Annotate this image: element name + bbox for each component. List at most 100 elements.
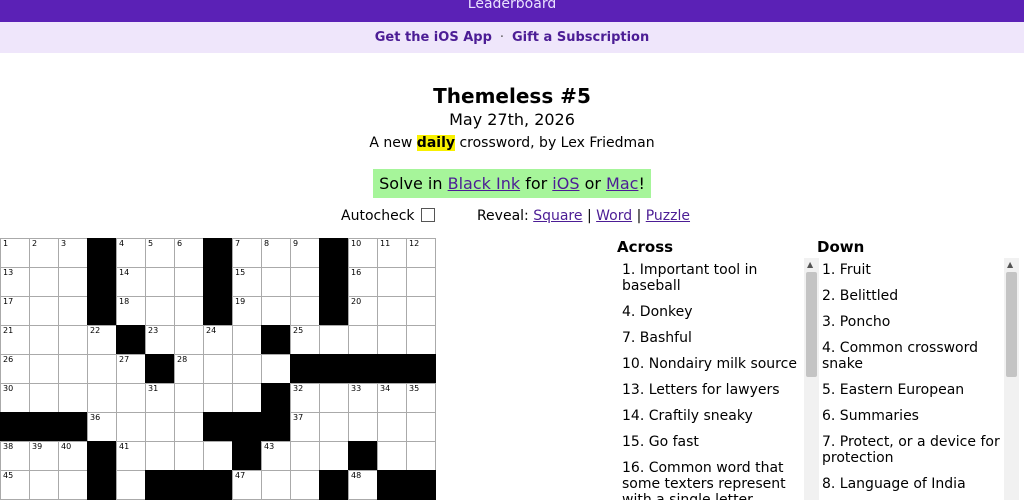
down-clue[interactable]: 8. Language of India (817, 472, 1000, 498)
grid-cell[interactable] (145, 441, 175, 471)
scroll-thumb[interactable] (1006, 272, 1017, 377)
grid-cell[interactable]: 35 (406, 383, 436, 413)
grid-cell[interactable] (116, 470, 146, 500)
reveal-square-link[interactable]: Square (533, 208, 582, 224)
grid-cell[interactable]: 5 (145, 238, 175, 268)
grid-cell[interactable] (377, 325, 407, 355)
grid-cell[interactable] (87, 383, 117, 413)
grid-cell[interactable] (319, 412, 349, 442)
grid-cell[interactable] (290, 296, 320, 326)
grid-cell[interactable]: 2 (29, 238, 59, 268)
grid-cell[interactable]: 19 (232, 296, 262, 326)
mac-link[interactable]: Mac (606, 174, 638, 193)
scroll-up-icon[interactable]: ▲ (807, 261, 813, 269)
grid-cell[interactable] (377, 441, 407, 471)
grid-cell[interactable]: 22 (87, 325, 117, 355)
grid-cell[interactable]: 9 (290, 238, 320, 268)
grid-cell[interactable]: 23 (145, 325, 175, 355)
grid-cell[interactable] (377, 296, 407, 326)
grid-cell[interactable] (232, 325, 262, 355)
grid-cell[interactable] (174, 267, 204, 297)
grid-cell[interactable] (203, 383, 233, 413)
grid-cell[interactable] (319, 441, 349, 471)
grid-cell[interactable]: 14 (116, 267, 146, 297)
grid-cell[interactable] (29, 354, 59, 384)
across-clue[interactable]: 16. Common word that some texters repres… (617, 456, 800, 500)
gift-subscription-link[interactable]: Gift a Subscription (512, 30, 649, 45)
grid-cell[interactable] (58, 383, 88, 413)
grid-cell[interactable] (29, 325, 59, 355)
grid-cell[interactable]: 37 (290, 412, 320, 442)
grid-cell[interactable] (174, 383, 204, 413)
grid-cell[interactable] (406, 296, 436, 326)
grid-cell[interactable] (203, 441, 233, 471)
down-clue[interactable]: 4. Common crossword snake (817, 336, 1000, 378)
grid-cell[interactable] (377, 267, 407, 297)
grid-cell[interactable] (261, 296, 291, 326)
across-clue[interactable]: 10. Nondairy milk source (617, 352, 800, 378)
grid-cell[interactable]: 38 (0, 441, 30, 471)
grid-cell[interactable]: 8 (261, 238, 291, 268)
grid-cell[interactable]: 47 (232, 470, 262, 500)
down-clue[interactable]: 2. Belittled (817, 284, 1000, 310)
grid-cell[interactable]: 45 (0, 470, 30, 500)
grid-cell[interactable] (406, 267, 436, 297)
grid-cell[interactable] (116, 412, 146, 442)
grid-cell[interactable] (290, 470, 320, 500)
across-clue[interactable]: 14. Craftily sneaky (617, 404, 800, 430)
grid-cell[interactable] (174, 412, 204, 442)
grid-cell[interactable]: 1 (0, 238, 30, 268)
leaderboard-link[interactable]: Leaderboard (468, 0, 556, 12)
grid-cell[interactable]: 48 (348, 470, 378, 500)
grid-cell[interactable] (58, 354, 88, 384)
grid-cell[interactable] (116, 383, 146, 413)
grid-cell[interactable] (406, 441, 436, 471)
grid-cell[interactable]: 28 (174, 354, 204, 384)
across-clue[interactable]: 1. Important tool in baseball (617, 258, 800, 300)
across-clue[interactable]: 13. Letters for lawyers (617, 378, 800, 404)
grid-cell[interactable]: 10 (348, 238, 378, 268)
grid-cell[interactable]: 18 (116, 296, 146, 326)
grid-cell[interactable] (87, 354, 117, 384)
grid-cell[interactable]: 3 (58, 238, 88, 268)
across-clue[interactable]: 15. Go fast (617, 430, 800, 456)
grid-cell[interactable] (377, 412, 407, 442)
grid-cell[interactable]: 16 (348, 267, 378, 297)
down-clue[interactable]: 1. Fruit (817, 258, 1000, 284)
grid-cell[interactable]: 6 (174, 238, 204, 268)
down-scrollbar[interactable]: ▲ (1004, 258, 1019, 500)
grid-cell[interactable] (29, 296, 59, 326)
grid-cell[interactable]: 34 (377, 383, 407, 413)
across-clue[interactable]: 7. Bashful (617, 326, 800, 352)
grid-cell[interactable] (261, 470, 291, 500)
grid-cell[interactable]: 24 (203, 325, 233, 355)
grid-cell[interactable] (145, 412, 175, 442)
grid-cell[interactable] (203, 354, 233, 384)
grid-cell[interactable] (348, 412, 378, 442)
grid-cell[interactable] (261, 354, 291, 384)
down-clue[interactable]: 3. Poncho (817, 310, 1000, 336)
grid-cell[interactable]: 32 (290, 383, 320, 413)
grid-cell[interactable]: 13 (0, 267, 30, 297)
grid-cell[interactable]: 43 (261, 441, 291, 471)
grid-cell[interactable]: 41 (116, 441, 146, 471)
grid-cell[interactable]: 21 (0, 325, 30, 355)
grid-cell[interactable] (261, 267, 291, 297)
grid-cell[interactable] (58, 325, 88, 355)
grid-cell[interactable] (290, 441, 320, 471)
grid-cell[interactable]: 27 (116, 354, 146, 384)
grid-cell[interactable]: 17 (0, 296, 30, 326)
grid-cell[interactable] (319, 325, 349, 355)
across-clue[interactable]: 4. Donkey (617, 300, 800, 326)
grid-cell[interactable]: 36 (87, 412, 117, 442)
grid-cell[interactable] (290, 267, 320, 297)
grid-cell[interactable] (174, 325, 204, 355)
scroll-up-icon[interactable]: ▲ (1007, 261, 1013, 269)
grid-cell[interactable] (406, 325, 436, 355)
grid-cell[interactable]: 33 (348, 383, 378, 413)
ios-link[interactable]: iOS (552, 174, 579, 193)
scroll-thumb[interactable] (806, 272, 817, 377)
down-clue[interactable]: 7. Protect, or a device for protection (817, 430, 1000, 472)
grid-cell[interactable]: 12 (406, 238, 436, 268)
grid-cell[interactable]: 39 (29, 441, 59, 471)
